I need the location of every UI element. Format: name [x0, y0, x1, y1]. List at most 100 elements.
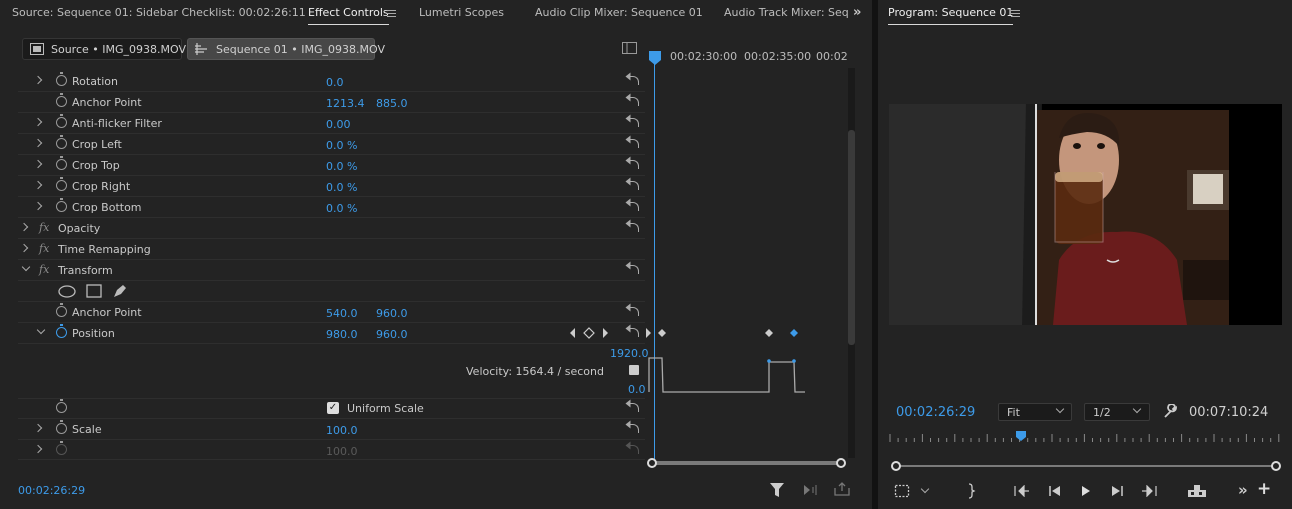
property-value[interactable]: 960.0 [376, 328, 408, 341]
panel-menu-icon[interactable] [1011, 10, 1020, 17]
reset-icon[interactable] [624, 158, 640, 171]
property-value[interactable]: 540.0 [326, 307, 358, 320]
export-frame-icon[interactable] [1187, 484, 1207, 498]
export-icon[interactable] [834, 482, 850, 496]
keyframe-diamond-selected[interactable] [790, 329, 798, 337]
filter-icon[interactable] [769, 482, 785, 498]
stopwatch-icon[interactable] [56, 399, 67, 413]
vertical-scrollbar[interactable] [848, 68, 855, 458]
property-row-transform-anchor[interactable]: Anchor Point 540.0 960.0 [18, 302, 645, 323]
chevron-down-icon[interactable] [36, 325, 46, 335]
panel-menu-icon[interactable] [387, 10, 396, 17]
chevron-right-icon[interactable] [33, 117, 43, 127]
play-icon[interactable] [1080, 485, 1092, 497]
property-row-crop-top[interactable]: Crop Top 0.0 % [18, 155, 645, 176]
add-keyframe-icon[interactable] [583, 327, 595, 339]
uniform-scale-checkbox[interactable]: ✓ [327, 402, 339, 414]
stopwatch-icon[interactable] [56, 72, 67, 86]
timeline-ruler[interactable]: 00:02:30:00 00:02:35:00 00:02: [648, 46, 848, 68]
add-button-icon[interactable]: + [1257, 479, 1271, 499]
stopwatch-icon[interactable] [56, 135, 67, 149]
reset-icon[interactable] [624, 305, 640, 318]
reset-icon[interactable] [624, 179, 640, 192]
effect-row-opacity[interactable]: fx Opacity [18, 218, 645, 239]
reset-icon[interactable] [624, 200, 640, 213]
chevron-right-icon[interactable] [33, 75, 43, 85]
resolution-select[interactable]: 1/2 [1084, 403, 1150, 421]
zoom-handle-left[interactable] [891, 461, 901, 471]
reset-icon[interactable] [624, 95, 640, 108]
chevron-right-icon[interactable] [19, 243, 29, 253]
playhead-icon[interactable] [648, 50, 662, 66]
tab-audio-clip-mixer[interactable]: Audio Clip Mixer: Sequence 01 [535, 6, 703, 19]
play-audio-icon[interactable] [803, 484, 819, 496]
property-value[interactable]: 0.0 % [326, 160, 357, 173]
property-value[interactable]: 960.0 [376, 307, 408, 320]
reset-icon[interactable] [624, 263, 640, 276]
chevron-down-icon[interactable] [920, 484, 930, 494]
effect-row-time-remapping[interactable]: fx Time Remapping [18, 239, 645, 260]
property-value[interactable]: 1213.4 [326, 97, 365, 110]
keyframe-diamond[interactable] [765, 329, 773, 337]
fit-select[interactable]: Fit [998, 403, 1072, 421]
step-forward-icon[interactable] [1110, 485, 1124, 497]
property-row-crop-right[interactable]: Crop Right 0.0 % [18, 176, 645, 197]
chevron-right-icon[interactable] [33, 159, 43, 169]
curve-handle[interactable] [792, 359, 796, 363]
stopwatch-icon[interactable] [56, 177, 67, 191]
clip-tab-sequence[interactable]: Sequence 01 • IMG_0938.MOV [187, 38, 385, 60]
reset-icon[interactable] [624, 137, 640, 150]
more-tabs-icon[interactable]: » [853, 6, 861, 20]
ellipse-mask-icon[interactable] [58, 285, 76, 298]
reset-icon[interactable] [624, 326, 640, 339]
zoom-handle-left[interactable] [647, 458, 657, 468]
stopwatch-icon[interactable] [56, 198, 67, 212]
tab-effect-controls[interactable]: Effect Controls [308, 6, 389, 25]
chevron-right-icon[interactable] [19, 222, 29, 232]
stopwatch-icon[interactable] [56, 303, 67, 317]
program-zoom-bar[interactable] [898, 465, 1276, 467]
property-value[interactable]: 885.0 [376, 97, 408, 110]
property-row-anchor-point[interactable]: Anchor Point 1213.4 885.0 [18, 92, 645, 113]
property-value[interactable]: 100.0 [326, 424, 358, 437]
program-time-ruler[interactable] [888, 430, 1280, 446]
program-playhead-icon[interactable] [1015, 430, 1027, 442]
clip-tab-source[interactable]: Source • IMG_0938.MOV [22, 38, 186, 60]
prev-keyframe-icon[interactable] [570, 328, 575, 338]
effect-row-transform[interactable]: fx Transform [18, 260, 645, 281]
reset-icon[interactable] [624, 74, 640, 87]
property-row-position[interactable]: Position 980.0 960.0 [18, 323, 645, 344]
property-row-crop-left[interactable]: Crop Left 0.0 % [18, 134, 645, 155]
more-controls-icon[interactable]: » [1238, 481, 1248, 499]
property-value[interactable]: 980.0 [326, 328, 358, 341]
go-to-out-icon[interactable] [1141, 485, 1157, 497]
rectangle-mask-icon[interactable] [86, 284, 102, 298]
uniform-scale-row[interactable]: ✓ Uniform Scale [18, 398, 645, 419]
fx-icon[interactable]: fx [39, 221, 49, 234]
toggle-timeline-icon[interactable] [622, 42, 637, 54]
property-row-anti-flicker[interactable]: Anti-flicker Filter 0.00 [18, 113, 645, 134]
program-current-time[interactable]: 00:02:26:29 [896, 405, 975, 420]
stopwatch-icon[interactable] [56, 324, 67, 338]
tab-source[interactable]: Source: Sequence 01: Sidebar Checklist: … [12, 6, 306, 19]
stopwatch-icon[interactable] [56, 420, 67, 434]
property-value[interactable]: 0.0 % [326, 181, 357, 194]
chevron-right-icon[interactable] [33, 201, 43, 211]
property-row-crop-bottom[interactable]: Crop Bottom 0.0 % [18, 197, 645, 218]
wrench-icon[interactable] [1163, 404, 1178, 419]
property-value[interactable]: 0.0 % [326, 139, 357, 152]
program-monitor-title[interactable]: Program: Sequence 01 [888, 6, 1014, 25]
property-value[interactable]: 0.0 % [326, 202, 357, 215]
property-value[interactable]: 0.0 [326, 76, 344, 89]
tab-lumetri-scopes[interactable]: Lumetri Scopes [419, 6, 504, 19]
reset-icon[interactable] [624, 221, 640, 234]
reset-icon[interactable] [624, 401, 640, 414]
mark-out-icon[interactable] [966, 483, 976, 499]
scrollbar-thumb[interactable] [848, 130, 855, 345]
reset-icon[interactable] [624, 116, 640, 129]
zoom-handle-right[interactable] [1271, 461, 1281, 471]
reset-icon[interactable] [624, 422, 640, 435]
program-video-frame[interactable] [889, 104, 1282, 325]
current-time[interactable]: 00:02:26:29 [18, 484, 85, 497]
step-back-icon[interactable] [1048, 485, 1062, 497]
